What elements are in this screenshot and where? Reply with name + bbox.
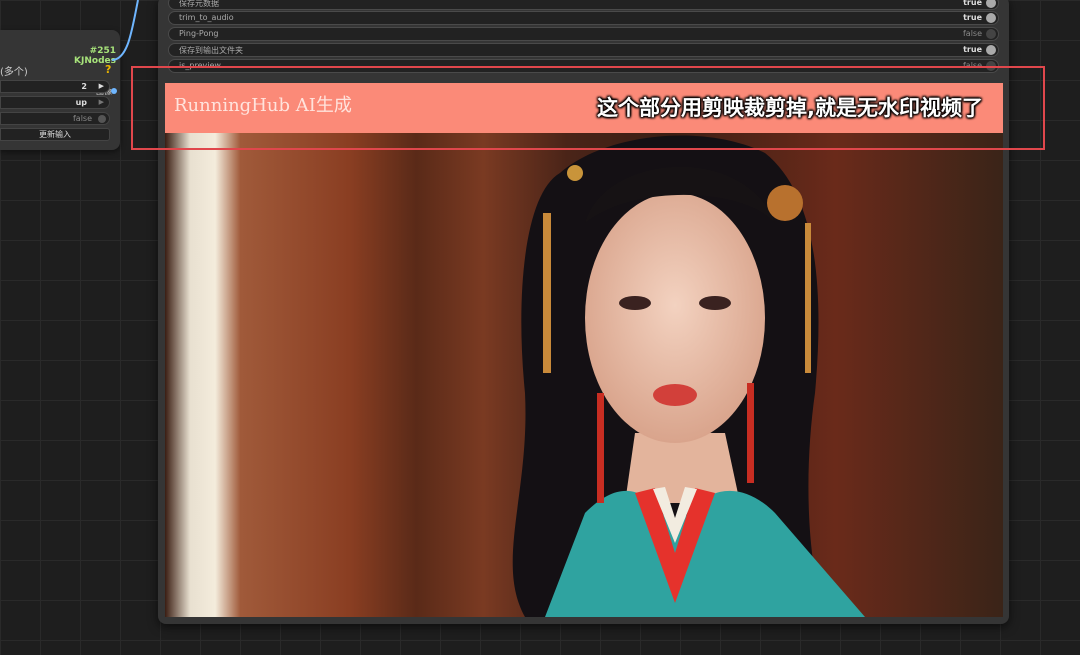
toggle-knob[interactable] — [986, 29, 996, 39]
widget-label: 保存元数据 — [179, 0, 219, 8]
preview-image — [165, 133, 1003, 617]
widget-label: Ping-Pong — [179, 29, 219, 38]
toggle-widget[interactable]: false — [0, 112, 110, 125]
increment-arrow-icon[interactable]: ▶ — [99, 82, 104, 90]
toggle-knob[interactable] — [986, 45, 996, 55]
annotation-frame — [131, 66, 1045, 150]
count-widget[interactable]: 2 ▶ — [0, 80, 110, 93]
widget-label: trim_to_audio — [179, 13, 234, 22]
toggle-knob[interactable] — [98, 115, 106, 123]
widget-save-metadata[interactable]: 保存元数据 true — [168, 0, 999, 10]
widget-value: true — [963, 45, 982, 54]
widget-ping-pong[interactable]: Ping-Pong false — [168, 27, 999, 41]
next-arrow-icon[interactable]: ▶ — [99, 98, 104, 106]
help-icon[interactable]: ? — [105, 63, 111, 76]
toggle-knob[interactable] — [986, 0, 996, 8]
widget-label: 保存到输出文件夹 — [179, 46, 243, 55]
video-preview[interactable]: RunningHub AI生成 这个部分用剪映裁剪掉,就是无水印视频了 — [165, 83, 1003, 617]
link-wire — [112, 0, 139, 61]
image-output-socket[interactable] — [111, 88, 117, 94]
node-title: (多个) — [0, 67, 28, 78]
count-value: 2 — [81, 82, 87, 91]
direction-value: up — [75, 98, 87, 107]
update-inputs-button[interactable]: 更新输入 — [0, 128, 110, 141]
widget-save-output[interactable]: 保存到输出文件夹 true — [168, 43, 999, 57]
direction-widget[interactable]: up ▶ — [0, 96, 110, 109]
toggle-value: false — [72, 114, 92, 123]
widget-value: true — [963, 0, 982, 7]
portrait-illustration — [512, 135, 865, 617]
toggle-knob[interactable] — [986, 13, 996, 23]
widget-value: false — [962, 29, 982, 38]
widget-value: true — [963, 13, 982, 22]
widget-trim-to-audio[interactable]: trim_to_audio true — [168, 11, 999, 25]
